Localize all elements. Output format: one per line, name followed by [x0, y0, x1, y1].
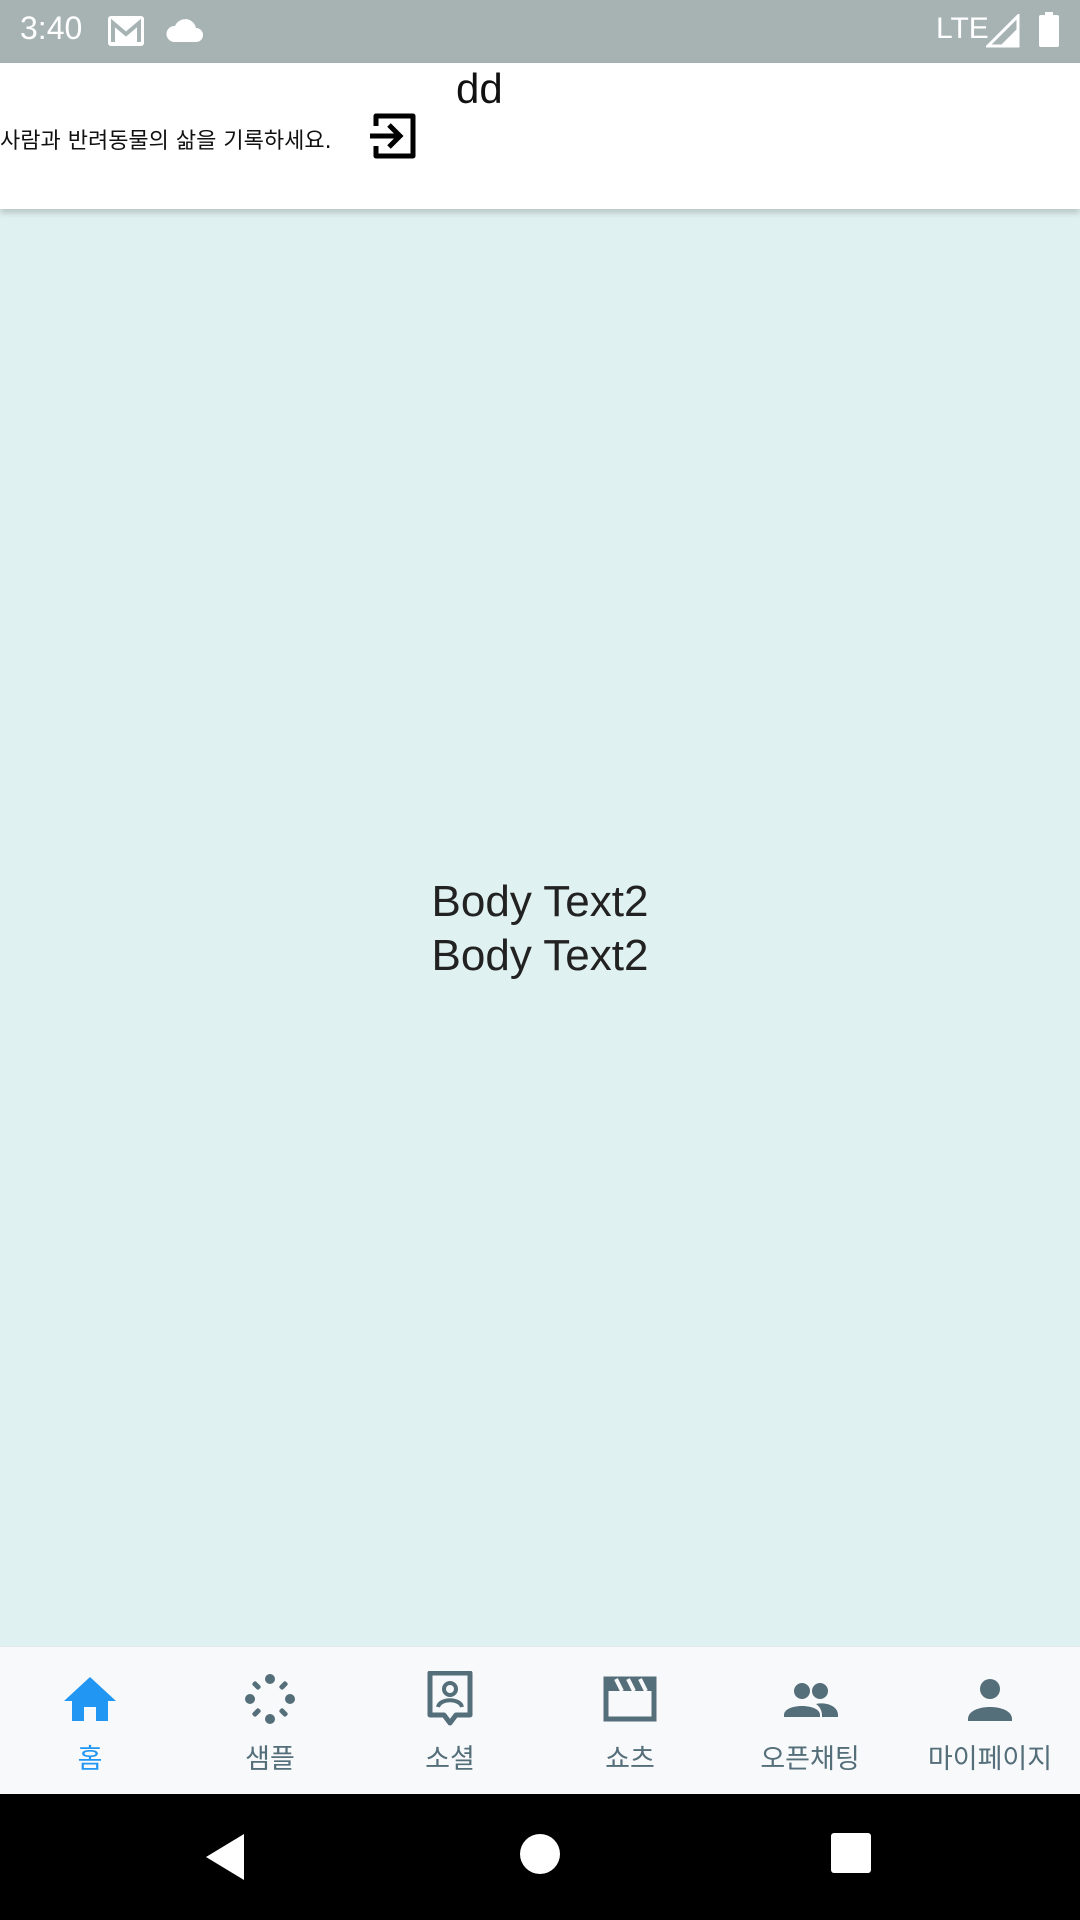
app-header: 사람과 반려동물의 삶을 기록하세요. dd [0, 63, 1080, 209]
recents-icon[interactable] [830, 1832, 872, 1874]
bottom-nav: 홈 샘플 소셜 쇼츠 오픈채팅 마이페이지 [0, 1646, 1080, 1794]
back-icon[interactable] [204, 1832, 248, 1882]
header-tagline: 사람과 반려동물의 삶을 기록하세요. [0, 129, 332, 154]
person-icon [968, 1679, 1012, 1721]
signal-icon [986, 14, 1020, 48]
nav-label: 오픈채팅 [760, 1744, 860, 1775]
nav-label: 쇼츠 [605, 1744, 655, 1775]
body-text: Body Text2 [431, 877, 649, 926]
nav-item-home[interactable]: 홈 [0, 1647, 180, 1794]
network-type: LTE [936, 12, 989, 45]
nav-item-social[interactable]: 소셜 [360, 1647, 540, 1794]
home-icon [64, 1677, 116, 1721]
system-nav-bar [0, 1794, 1080, 1920]
battery-icon [1039, 12, 1059, 47]
nav-label: 소셜 [425, 1744, 475, 1775]
nav-item-sample[interactable]: 샘플 [180, 1647, 360, 1794]
status-bar: 3:40 LTE [0, 0, 1080, 63]
cloud-icon [166, 19, 203, 42]
nav-item-mypage[interactable]: 마이페이지 [900, 1647, 1080, 1794]
status-time: 3:40 [20, 10, 83, 46]
home-circle-icon[interactable] [518, 1832, 562, 1876]
nav-label: 마이페이지 [927, 1744, 1053, 1775]
contact-icon [427, 1671, 473, 1726]
body-text: Body Text2 [431, 931, 649, 980]
clapperboard-icon [603, 1676, 657, 1722]
login-icon[interactable] [366, 109, 420, 163]
nav-label: 샘플 [245, 1744, 295, 1775]
nav-item-shorts[interactable]: 쇼츠 [540, 1647, 720, 1794]
sample-icon [245, 1674, 295, 1724]
nav-item-open-chat[interactable]: 오픈채팅 [720, 1647, 900, 1794]
gmail-icon [108, 16, 144, 46]
nav-label: 홈 [77, 1744, 103, 1775]
group-icon [784, 1683, 838, 1717]
main-content: Body Text2 Body Text2 [0, 209, 1080, 1646]
page-title: dd [456, 65, 503, 112]
